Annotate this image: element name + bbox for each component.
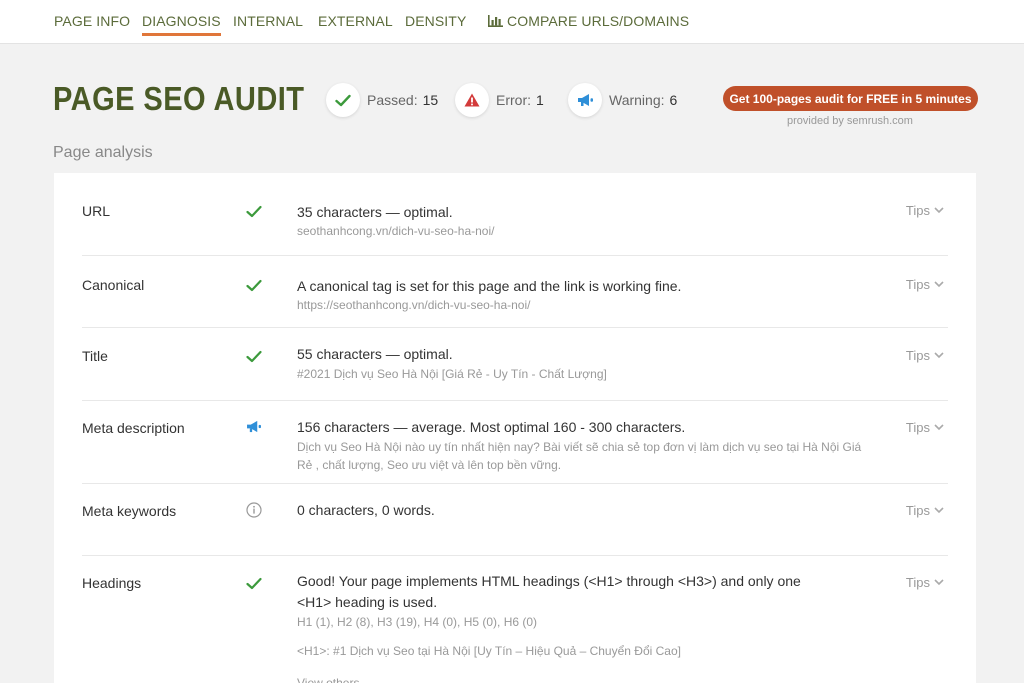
row-message: 156 characters — average. Most optimal 1…	[297, 419, 686, 435]
info-icon	[245, 501, 263, 519]
row-h1-detail: <H1>: #1 Dịch vụ Seo tại Hà Nội [Uy Tín …	[297, 644, 681, 658]
row-label: Headings	[82, 575, 142, 591]
page-analysis-panel: URL 35 characters — optimal. seothanhcon…	[54, 173, 976, 683]
section-title: Page analysis	[53, 144, 153, 161]
view-others-link[interactable]: View others	[297, 674, 867, 683]
provided-by-note[interactable]: provided by semrush.com	[787, 115, 913, 127]
stat-warning-label: Warning:	[609, 92, 665, 108]
stat-error-count: 1	[536, 92, 544, 108]
tab-density[interactable]: DENSITY	[405, 13, 466, 29]
row-label: Meta keywords	[82, 503, 177, 519]
tips-label: Tips	[905, 277, 930, 292]
tips-label: Tips	[905, 348, 930, 363]
row-message: 0 characters, 0 words.	[297, 502, 435, 518]
top-nav: PAGE INFO DIAGNOSIS INTERNAL EXTERNAL DE…	[0, 0, 1024, 44]
tab-compare-label: COMPARE URLS/DOMAINS	[507, 13, 690, 29]
chevron-down-icon	[934, 207, 944, 214]
tab-page-info[interactable]: PAGE INFO	[54, 13, 130, 29]
check-icon	[335, 94, 351, 106]
stat-error: Error: 1	[455, 83, 544, 117]
chevron-down-icon	[934, 579, 944, 586]
check-icon	[245, 574, 263, 592]
stat-warning-count: 6	[669, 92, 678, 108]
chevron-down-icon	[934, 281, 944, 288]
stat-warning: Warning: 6	[568, 83, 677, 117]
tips-label: Tips	[905, 203, 930, 218]
chevron-down-icon	[934, 424, 944, 431]
row-meta-description: Meta description 156 characters — averag…	[82, 401, 948, 484]
tab-compare-urls-domains[interactable]: COMPARE URLS/DOMAINS	[488, 13, 689, 29]
tab-internal[interactable]: INTERNAL	[233, 13, 303, 29]
tips-label: Tips	[905, 503, 930, 518]
bar-chart-icon	[488, 15, 503, 27]
chevron-down-icon	[934, 352, 944, 359]
warning-triangle-icon	[464, 93, 480, 107]
tips-label: Tips	[905, 575, 930, 590]
tips-toggle[interactable]: Tips	[906, 348, 944, 363]
check-icon	[245, 202, 263, 220]
row-title: Title 55 characters — optimal. #2021 Dịc…	[82, 328, 948, 401]
stat-error-circle	[455, 83, 489, 117]
row-detail: #2021 Dịch vụ Seo Hà Nội [Giá Rẻ - Uy Tí…	[297, 367, 607, 381]
tab-external[interactable]: EXTERNAL	[318, 13, 393, 29]
row-meta-keywords: Meta keywords 0 characters, 0 words. Tip…	[82, 484, 948, 556]
stat-error-label: Error:	[496, 92, 531, 108]
stat-passed: Passed: 15	[326, 83, 438, 117]
tab-diagnosis[interactable]: DIAGNOSIS	[142, 13, 221, 36]
row-detail: seothanhcong.vn/dich-vu-seo-ha-noi/	[297, 224, 495, 238]
row-label: Canonical	[82, 277, 145, 293]
row-message: 55 characters — optimal.	[297, 346, 453, 362]
megaphone-icon	[577, 94, 593, 106]
row-message: Good! Your page implements HTML headings…	[297, 573, 801, 610]
page-title: PAGE SEO AUDIT	[53, 80, 305, 117]
row-detail: https://seothanhcong.vn/dich-vu-seo-ha-n…	[297, 298, 531, 312]
free-audit-button[interactable]: Get 100-pages audit for FREE in 5 minute…	[723, 86, 978, 111]
tips-toggle[interactable]: Tips	[906, 203, 944, 218]
check-icon	[245, 276, 263, 294]
tips-toggle[interactable]: Tips	[906, 420, 944, 435]
tips-label: Tips	[905, 420, 930, 435]
stat-passed-label: Passed:	[367, 92, 418, 108]
stat-passed-circle	[326, 83, 360, 117]
check-icon	[245, 347, 263, 365]
chevron-down-icon	[934, 507, 944, 514]
megaphone-icon	[245, 417, 263, 435]
row-label: URL	[82, 203, 111, 219]
row-canonical: Canonical A canonical tag is set for thi…	[82, 256, 948, 328]
row-detail: H1 (1), H2 (8), H3 (19), H4 (0), H5 (0),…	[297, 615, 538, 629]
row-message: A canonical tag is set for this page and…	[297, 278, 682, 294]
tips-toggle[interactable]: Tips	[906, 277, 944, 292]
row-headings: Headings Good! Your page implements HTML…	[82, 556, 948, 683]
row-label: Meta description	[82, 420, 185, 436]
tips-toggle[interactable]: Tips	[906, 503, 944, 518]
row-detail: Dịch vụ Seo Hà Nội nào uy tín nhất hiện …	[297, 440, 862, 472]
row-message: 35 characters — optimal.	[297, 204, 453, 220]
tips-toggle[interactable]: Tips	[906, 575, 944, 590]
row-label: Title	[82, 348, 108, 364]
row-url: URL 35 characters — optimal. seothanhcon…	[82, 173, 948, 256]
stat-passed-count: 15	[422, 92, 439, 108]
stat-warning-circle	[568, 83, 602, 117]
